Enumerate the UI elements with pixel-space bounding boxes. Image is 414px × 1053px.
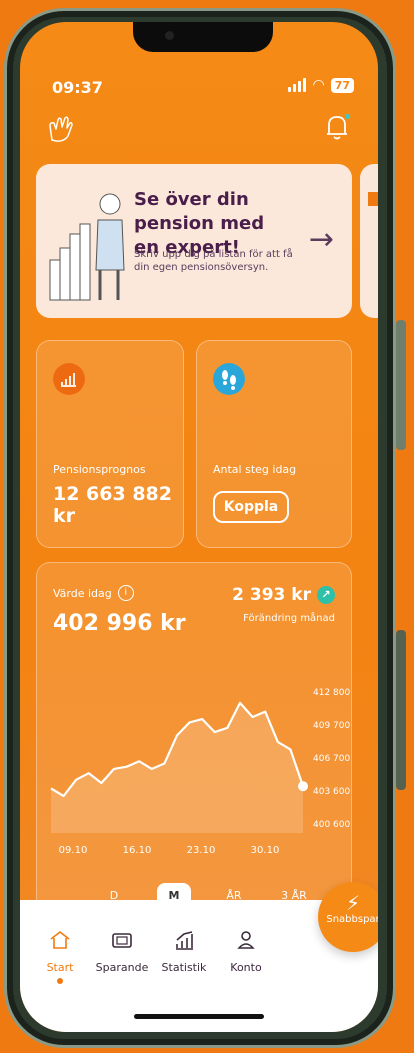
- app-screen: 09:37 ◠ 77 Se över din pension med en ex…: [20, 22, 378, 1032]
- tab-label: Konto: [230, 961, 262, 974]
- value-label-row: Värde idag i: [53, 585, 134, 601]
- advisor-illustration: [49, 193, 125, 301]
- chart-end-point: [298, 781, 308, 792]
- y-tick-label: 412 800: [313, 688, 350, 698]
- steps-label: Antal steg idag: [213, 463, 297, 476]
- camera: [165, 31, 174, 40]
- value-chart: 412 800 409 700 406 700 403 600 400 600 09.10…: [50, 688, 350, 856]
- arrow-right-icon[interactable]: →: [309, 222, 334, 257]
- chart-area: [51, 702, 303, 833]
- status-icons: ◠ 77: [288, 77, 354, 93]
- tab-label: Start: [46, 961, 74, 974]
- pension-forecast-card[interactable]: Pensionsprognos 12 663 882 kr: [36, 340, 184, 548]
- battery-icon: 77: [330, 77, 354, 93]
- tab-label: Sparande: [95, 961, 149, 974]
- y-tick-label: 403 600: [313, 787, 350, 797]
- bar-chart-icon: [53, 363, 85, 395]
- x-tick-label: 09.10: [59, 845, 88, 856]
- wallet-icon: [112, 933, 132, 948]
- next-banner-header: [368, 192, 378, 206]
- y-tick-label: 406 700: [313, 754, 350, 764]
- value-amount: 402 996 kr: [53, 611, 186, 636]
- user-icon: [237, 931, 255, 949]
- side-button-lower: [396, 630, 406, 790]
- signal-icon: [288, 78, 307, 92]
- value-label: Värde idag: [53, 586, 112, 600]
- footsteps-icon: [213, 363, 245, 395]
- forecast-label: Pensionsprognos: [53, 463, 146, 476]
- tab-konto[interactable]: Konto: [216, 928, 276, 974]
- statistics-icon: [176, 931, 193, 950]
- banner-text: Skriv upp dig på listan för att få din e…: [134, 249, 293, 273]
- notch: [133, 22, 273, 52]
- tab-statistik[interactable]: Statistik: [154, 928, 214, 974]
- home-icon: [50, 930, 70, 949]
- notifications-button[interactable]: [324, 112, 352, 142]
- active-tab-dot: [57, 978, 63, 984]
- expert-banner[interactable]: Se över din pension med en expert! Skriv…: [36, 164, 352, 318]
- change-value-row: 2 393 kr ↗: [232, 585, 335, 605]
- x-tick-label: 30.10: [251, 845, 280, 856]
- value-card: Värde idag i 402 996 kr 2 393 kr ↗ Förän…: [36, 562, 352, 922]
- next-banner[interactable]: [360, 164, 378, 318]
- bolt-icon: ⚡: [345, 891, 361, 915]
- steps-card[interactable]: Antal steg idag Koppla: [196, 340, 352, 548]
- wifi-icon: ◠: [312, 77, 325, 93]
- x-tick-label: 23.10: [187, 845, 216, 856]
- change-value: 2 393 kr: [232, 585, 311, 605]
- notification-dot: [343, 112, 352, 121]
- fab-label: Snabbspar: [326, 914, 378, 925]
- y-tick-label: 400 600: [313, 820, 350, 830]
- x-tick-label: 16.10: [123, 845, 152, 856]
- tab-sparande[interactable]: Sparande: [92, 928, 152, 974]
- arrow-up-right-icon: ↗: [317, 586, 335, 604]
- info-icon[interactable]: i: [117, 585, 134, 601]
- tab-label: Statistik: [161, 961, 207, 974]
- home-indicator: [134, 1014, 264, 1019]
- side-button: [396, 320, 406, 450]
- status-time: 09:37: [52, 78, 103, 97]
- connect-button[interactable]: Koppla: [213, 491, 289, 523]
- change-label: Förändring månad: [243, 613, 335, 624]
- tab-start[interactable]: Start: [30, 928, 90, 984]
- forecast-value: 12 663 882 kr: [53, 483, 172, 527]
- clap-hands-icon[interactable]: [46, 114, 76, 144]
- y-tick-label: 409 700: [313, 721, 350, 731]
